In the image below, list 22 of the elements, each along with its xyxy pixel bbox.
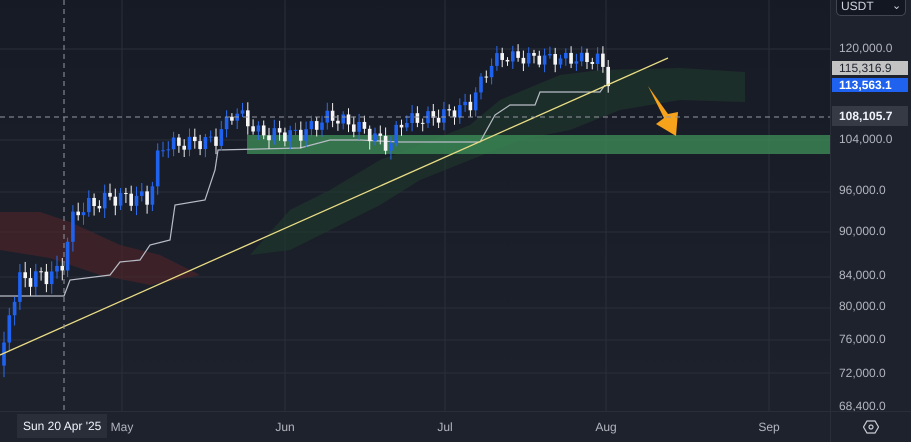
crosshair-time-label: Sun 20 Apr '25 xyxy=(17,414,108,438)
caret-icon: ⌄ xyxy=(892,0,901,15)
time-axis-label: May xyxy=(110,420,134,434)
price-axis-label: 72,000.0 xyxy=(839,366,886,380)
time-axis-label: Sep xyxy=(758,420,780,434)
price-axis-label: 120,000.0 xyxy=(839,41,892,55)
price-axis-label: 68,400.0 xyxy=(839,399,886,414)
time-axis-label: Jul xyxy=(437,420,453,434)
price-axis-label: 80,000.0 xyxy=(839,299,886,314)
crosshair-price-label: 108,105.7 xyxy=(832,106,908,126)
price-badge: 115,316.9 xyxy=(832,61,908,76)
time-axis-label: Jun xyxy=(275,420,295,434)
price-axis-label: 104,000.0 xyxy=(839,132,892,146)
settings-icon[interactable] xyxy=(863,420,879,434)
price-axis-label: 84,000.0 xyxy=(839,268,886,282)
price-axis-label: 96,000.0 xyxy=(839,183,886,198)
price-axis-label: 90,000.0 xyxy=(839,224,886,238)
down-arrow-icon xyxy=(648,86,678,136)
quote-currency-dropdown[interactable]: USDT ⌄ xyxy=(836,0,906,16)
price-axis-label: 76,000.0 xyxy=(839,332,886,346)
time-axis-label: Aug xyxy=(595,420,617,434)
price-badge: 113,563.1 xyxy=(832,78,908,92)
